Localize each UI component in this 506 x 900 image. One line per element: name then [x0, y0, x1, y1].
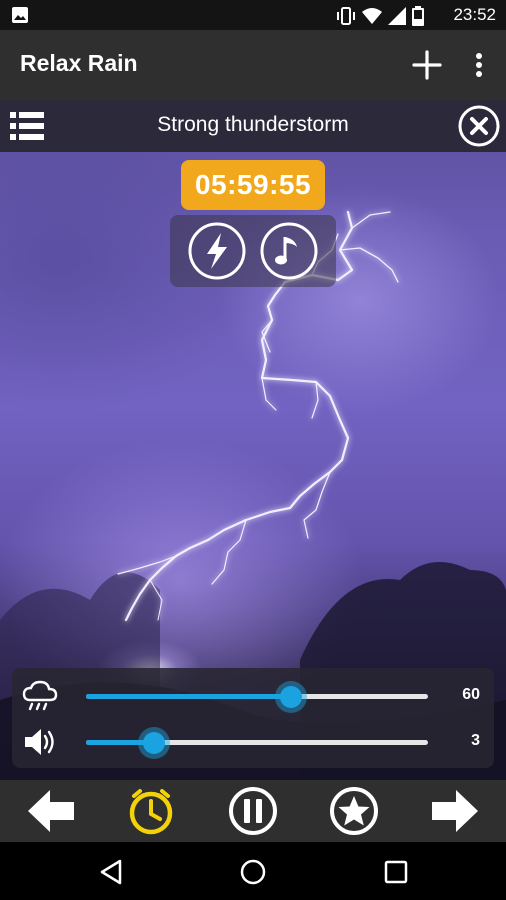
rain-slider-thumb[interactable]: [275, 681, 308, 713]
speaker-icon: [25, 729, 54, 755]
home-icon[interactable]: [239, 858, 267, 886]
arrow-left-icon[interactable]: [26, 786, 76, 836]
app-bar: Relax Rain: [0, 30, 506, 100]
rain-slider-fill: [86, 694, 292, 699]
timer-icon[interactable]: [126, 786, 176, 836]
volume-slider-row: 3: [12, 720, 494, 764]
arrow-right-icon[interactable]: [430, 786, 480, 836]
rain-slider-row: 60: [12, 674, 494, 718]
system-nav-bar: [0, 842, 506, 900]
lightning-icon[interactable]: [187, 221, 247, 281]
rain-level-value: 60: [462, 686, 480, 703]
status-time: 23:52: [453, 5, 496, 24]
add-icon[interactable]: [410, 48, 444, 82]
rain-slider[interactable]: [86, 681, 428, 713]
music-note-icon[interactable]: [259, 221, 319, 281]
back-icon[interactable]: [98, 858, 126, 886]
close-icon[interactable]: [458, 105, 500, 147]
volume-level-value: 3: [471, 732, 480, 749]
image-icon: [12, 7, 28, 23]
volume-slider[interactable]: [86, 727, 428, 759]
mixer-panel: 60 3: [12, 668, 494, 768]
vibrate-icon: [337, 7, 355, 25]
wifi-icon: [362, 8, 382, 24]
pause-icon[interactable]: [228, 786, 278, 836]
more-vert-icon[interactable]: [468, 48, 490, 82]
sleep-timer-display[interactable]: 05:59:55: [181, 160, 325, 210]
track-header: Strong thunderstorm: [0, 100, 506, 152]
playback-controls: [0, 780, 506, 842]
app-title: Relax Rain: [20, 50, 138, 76]
status-bar: 23:52: [0, 0, 506, 30]
recents-icon[interactable]: [382, 858, 410, 886]
mode-panel: [170, 215, 336, 287]
signal-icon: [388, 7, 406, 25]
track-title: Strong thunderstorm: [157, 113, 349, 136]
star-icon[interactable]: [329, 786, 379, 836]
volume-slider-thumb[interactable]: [138, 727, 171, 759]
status-icons: [336, 6, 424, 26]
rain-cloud-icon: [22, 680, 58, 711]
battery-icon: [412, 6, 424, 26]
